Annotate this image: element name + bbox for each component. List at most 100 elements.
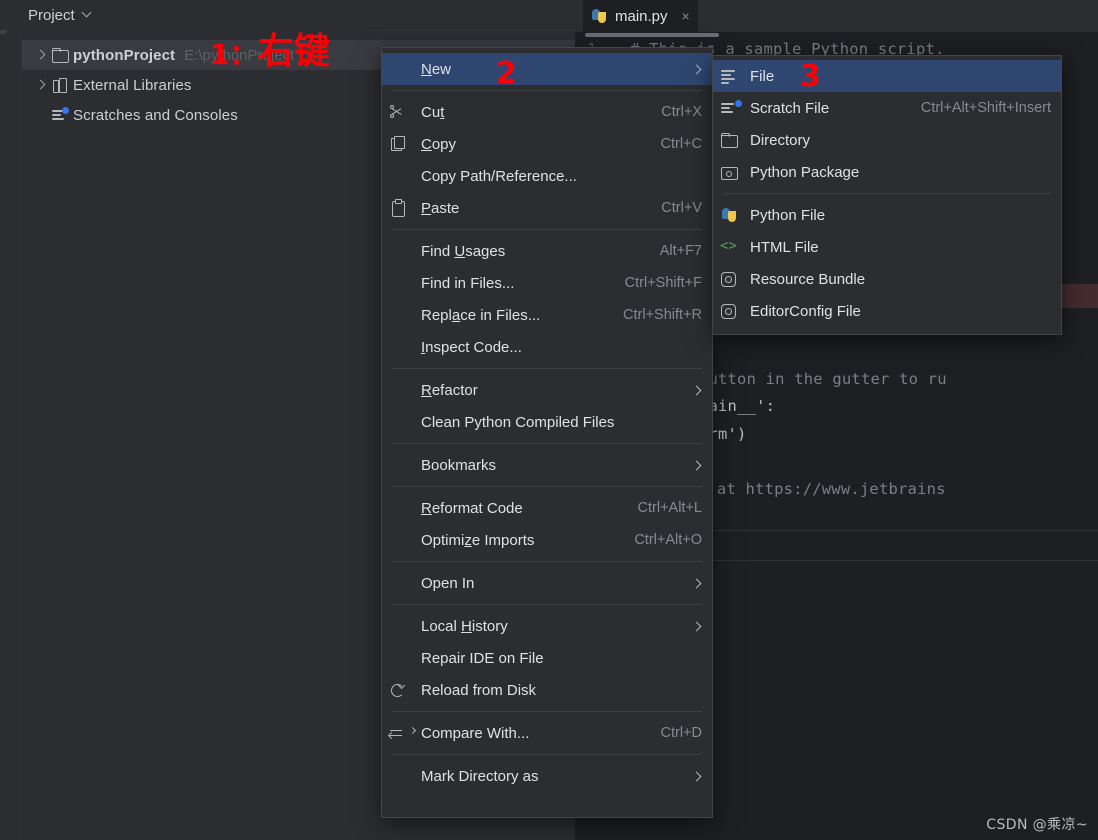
submenu-separator: [723, 193, 1051, 194]
menu-item-label: Inspect Code...: [421, 338, 522, 356]
menu-item-label: Cut: [421, 103, 445, 121]
menu-item-label: Replace in Files...: [421, 306, 541, 324]
menu-item-mark-directory-as[interactable]: Mark Directory as: [382, 760, 712, 792]
close-icon[interactable]: ×: [682, 9, 690, 23]
menu-item-inspect-code[interactable]: Inspect Code...: [382, 331, 712, 363]
tree-item-path: E:\pythonProject: [184, 46, 295, 64]
menu-item-shortcut: Ctrl+Alt+L: [637, 500, 702, 516]
submenu-item-label: Python File: [750, 206, 826, 224]
menu-item-label: Find in Files...: [421, 274, 515, 292]
menu-item-bookmarks[interactable]: Bookmarks: [382, 449, 712, 481]
submenu-item-label: HTML File: [750, 238, 819, 256]
menu-item-replace-in-files[interactable]: Replace in Files... Ctrl+Shift+R: [382, 299, 712, 331]
project-panel-label: Project: [28, 6, 75, 24]
menu-item-label: Local History: [421, 617, 508, 635]
menu-item-shortcut: Ctrl+Alt+O: [634, 532, 702, 548]
python-package-icon: [719, 164, 745, 180]
menu-item-label: Refactor: [421, 381, 478, 399]
submenu-item-label: File: [750, 67, 775, 85]
menu-item-label: Reload from Disk: [421, 681, 537, 699]
submenu-item-python-package[interactable]: Python Package: [713, 156, 1061, 188]
submenu-item-html-file[interactable]: <> HTML File: [713, 231, 1061, 263]
submenu-item-label: Directory: [750, 131, 811, 149]
menu-item-label: Clean Python Compiled Files: [421, 413, 615, 431]
project-title-dropdown[interactable]: Project: [28, 0, 92, 30]
menu-icon-placeholder: [388, 768, 416, 784]
menu-item-reformat-code[interactable]: Reformat Code Ctrl+Alt+L: [382, 492, 712, 524]
menu-item-reload-from-disk[interactable]: Reload from Disk: [382, 674, 712, 706]
file-icon: [719, 68, 745, 84]
folder-icon: [50, 47, 70, 63]
compare-icon: [387, 725, 417, 741]
editor-tab-label: main.py: [615, 7, 668, 25]
menu-item-clean-python-compiled-files[interactable]: Clean Python Compiled Files: [382, 406, 712, 438]
menu-item-open-in[interactable]: Open In: [382, 567, 712, 599]
submenu-item-python-file[interactable]: Python File: [713, 199, 1061, 231]
menu-item-label: Reformat Code: [421, 499, 523, 517]
menu-item-find-usages[interactable]: Find Usages Alt+F7: [382, 235, 712, 267]
menu-item-label: Mark Directory as: [421, 767, 539, 785]
chevron-down-icon[interactable]: [83, 9, 92, 18]
tool-window-rail: [0, 0, 22, 840]
menu-icon-placeholder: [388, 532, 416, 548]
submenu-item-file[interactable]: File: [713, 60, 1061, 92]
context-menu[interactable]: New Cut Ctrl+X Copy Ctrl+C Copy Path/Ref…: [381, 47, 713, 818]
menu-item-label: Optimize Imports: [421, 531, 535, 549]
chevron-right-icon[interactable]: [34, 77, 50, 93]
editor-tab-main-py[interactable]: main.py ×: [583, 0, 698, 32]
submenu-item-label: Resource Bundle: [750, 270, 866, 288]
scratch-file-icon: [719, 100, 745, 116]
menu-icon-placeholder: [388, 61, 416, 77]
menu-separator: [392, 754, 702, 755]
submenu-item-directory[interactable]: Directory: [713, 124, 1061, 156]
menu-item-local-history[interactable]: Local History: [382, 610, 712, 642]
chevron-right-icon[interactable]: [34, 47, 50, 63]
menu-icon-placeholder: [388, 243, 416, 259]
submenu-item-editorconfig-file[interactable]: EditorConfig File: [713, 295, 1061, 327]
submenu-item-label: EditorConfig File: [750, 302, 861, 320]
menu-item-label: Repair IDE on File: [421, 649, 544, 667]
menu-item-copy-path-reference[interactable]: Copy Path/Reference...: [382, 160, 712, 192]
menu-item-label: Paste: [421, 199, 460, 217]
menu-separator: [392, 561, 702, 562]
menu-item-shortcut: Ctrl+D: [660, 725, 703, 741]
menu-item-copy[interactable]: Copy Ctrl+C: [382, 128, 712, 160]
menu-item-new[interactable]: New: [382, 53, 712, 85]
menu-item-repair-ide-on-file[interactable]: Repair IDE on File: [382, 642, 712, 674]
menu-item-cut[interactable]: Cut Ctrl+X: [382, 96, 712, 128]
menu-item-paste[interactable]: Paste Ctrl+V: [382, 192, 712, 224]
menu-icon-placeholder: [388, 500, 416, 516]
menu-icon-placeholder: [388, 168, 416, 184]
horizontal-scrollbar[interactable]: [585, 33, 719, 37]
menu-item-shortcut: Ctrl+X: [661, 104, 702, 120]
directory-icon: [719, 132, 745, 148]
watermark: CSDN @乘凉~: [986, 817, 1088, 833]
menu-item-compare-with[interactable]: Compare With... Ctrl+D: [382, 717, 712, 749]
menu-item-refactor[interactable]: Refactor: [382, 374, 712, 406]
submenu-item-label: Python Package: [750, 163, 860, 181]
menu-item-shortcut: Alt+F7: [659, 243, 702, 259]
menu-item-optimize-imports[interactable]: Optimize Imports Ctrl+Alt+O: [382, 524, 712, 556]
submenu-item-shortcut: Ctrl+Alt+Shift+Insert: [920, 100, 1051, 116]
paste-icon: [388, 199, 416, 217]
editorconfig-icon: [719, 303, 745, 319]
new-submenu[interactable]: File Scratch File Ctrl+Alt+Shift+Insert …: [712, 55, 1062, 335]
tree-item-label: pythonProject: [73, 46, 176, 64]
menu-separator: [392, 443, 702, 444]
menu-icon-placeholder: [388, 618, 416, 634]
pycharm-window: Project pythonProject E:\pythonProject E…: [0, 0, 1098, 840]
cut-icon: [388, 104, 416, 120]
menu-separator: [392, 90, 702, 91]
submenu-item-scratch-file[interactable]: Scratch File Ctrl+Alt+Shift+Insert: [713, 92, 1061, 124]
submenu-item-resource-bundle[interactable]: Resource Bundle: [713, 263, 1061, 295]
menu-item-label: New: [421, 60, 452, 78]
menu-item-find-in-files[interactable]: Find in Files... Ctrl+Shift+F: [382, 267, 712, 299]
menu-icon-placeholder: [388, 275, 416, 291]
menu-separator: [392, 711, 702, 712]
copy-icon: [388, 136, 416, 152]
menu-separator: [392, 368, 702, 369]
html-file-icon: <>: [720, 238, 737, 254]
menu-item-shortcut: Ctrl+Shift+F: [624, 275, 702, 291]
menu-separator: [392, 229, 702, 230]
